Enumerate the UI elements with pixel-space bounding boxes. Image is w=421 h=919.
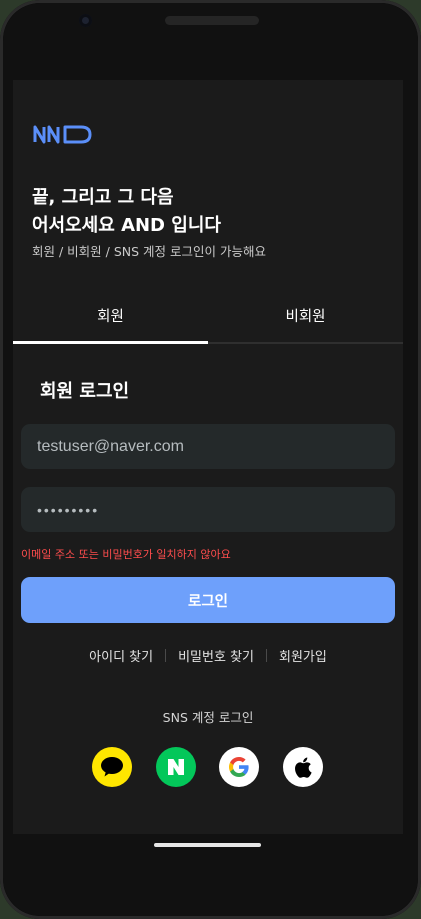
find-password-link[interactable]: 비밀번호 찾기 — [178, 646, 254, 665]
naver-login-button[interactable] — [156, 747, 196, 787]
home-indicator[interactable] — [154, 843, 261, 847]
login-type-tabs: 회원 비회원 — [13, 288, 403, 344]
password-field[interactable] — [21, 487, 395, 532]
find-id-link[interactable]: 아이디 찾기 — [89, 646, 153, 665]
login-button[interactable]: 로그인 — [21, 577, 395, 623]
signup-link[interactable]: 회원가입 — [279, 646, 327, 665]
sns-login-label: SNS 계정 로그인 — [162, 710, 254, 725]
tab-member[interactable]: 회원 — [13, 288, 208, 342]
active-tab-indicator — [13, 341, 208, 344]
section-title: 회원 로그인 — [40, 381, 130, 402]
kakao-login-button[interactable] — [92, 747, 132, 787]
tab-guest[interactable]: 비회원 — [208, 288, 403, 342]
front-camera — [79, 14, 92, 27]
earpiece-speaker — [165, 16, 259, 25]
naver-n-icon — [168, 759, 184, 775]
google-g-icon — [229, 757, 249, 777]
headline-line-2: 어서오세요 AND 입니다 — [32, 215, 221, 236]
account-links: 아이디 찾기 비밀번호 찾기 회원가입 — [13, 646, 403, 665]
headline-line-1: 끝, 그리고 그 다음 — [32, 187, 174, 208]
apple-login-button[interactable] — [283, 747, 323, 787]
google-login-button[interactable] — [219, 747, 259, 787]
kakao-speech-bubble-icon — [101, 757, 123, 777]
divider — [266, 649, 267, 662]
subtitle: 회원 / 비회원 / SNS 계정 로그인이 가능해요 — [32, 244, 266, 259]
error-message: 이메일 주소 또는 비밀번호가 일치하지 않아요 — [21, 548, 231, 561]
email-field[interactable] — [21, 424, 395, 469]
and-logo-icon — [33, 125, 92, 144]
login-screen: 끝, 그리고 그 다음 어서오세요 AND 입니다 회원 / 비회원 / SNS… — [13, 80, 403, 834]
divider — [165, 649, 167, 662]
apple-icon — [295, 757, 312, 778]
phone-frame: 끝, 그리고 그 다음 어서오세요 AND 입니다 회원 / 비회원 / SNS… — [0, 0, 421, 919]
